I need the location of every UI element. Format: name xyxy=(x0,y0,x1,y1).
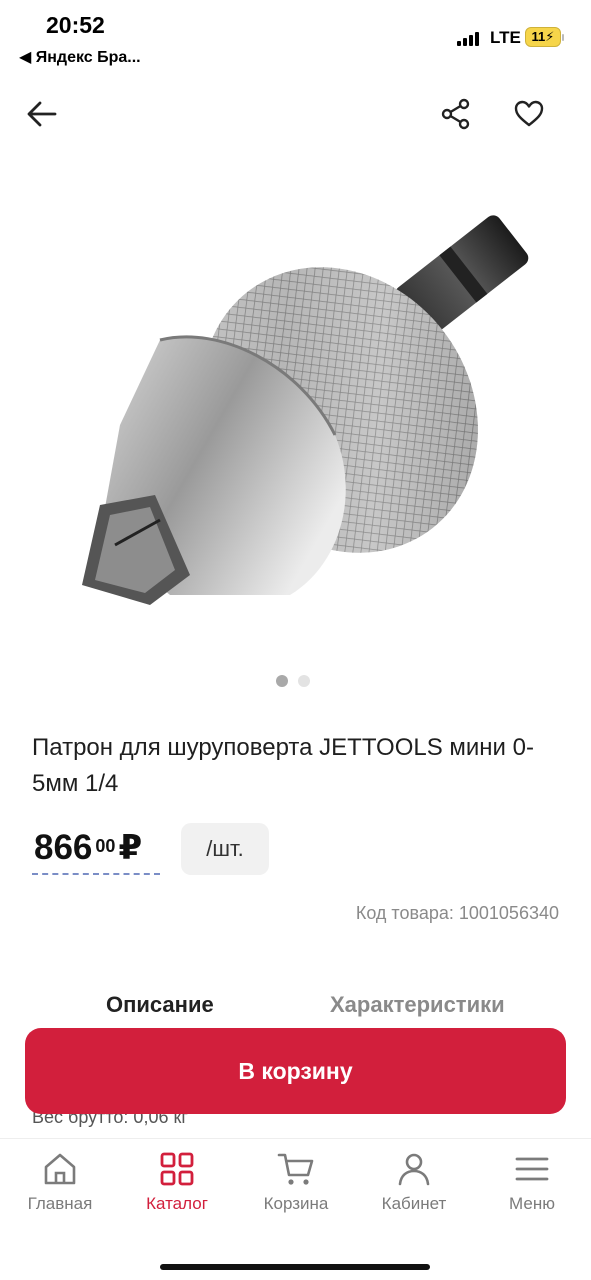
pagination-dot[interactable] xyxy=(298,675,310,687)
nav-cart[interactable]: Корзина xyxy=(241,1151,351,1214)
nav-menu-label: Меню xyxy=(509,1194,555,1213)
price-cents: 00 xyxy=(95,836,116,856)
tab-description[interactable]: Описание xyxy=(106,992,214,1018)
nav-cart-label: Корзина xyxy=(263,1194,329,1213)
gallery-pagination xyxy=(276,675,310,687)
battery-icon: 11⚡ xyxy=(525,27,564,47)
unit-chip[interactable]: /шт. xyxy=(181,823,269,875)
product-tabs: Описание Характеристики xyxy=(0,992,591,1032)
user-icon xyxy=(398,1153,430,1186)
nav-account-label: Кабинет xyxy=(381,1194,447,1213)
home-indicator xyxy=(160,1264,430,1270)
price-underline xyxy=(32,873,160,875)
network-type: LTE xyxy=(490,28,521,47)
nav-home-label: Главная xyxy=(27,1194,93,1213)
nav-catalog-label: Каталог xyxy=(146,1194,208,1213)
currency-symbol: ₽ xyxy=(118,829,143,867)
product-sku: Код товара: 1001056340 xyxy=(355,903,559,923)
back-to-app-link[interactable]: ◀ Яндекс Бра... xyxy=(19,47,141,67)
heart-icon xyxy=(514,100,544,127)
arrow-left-icon xyxy=(27,101,57,127)
share-icon xyxy=(441,98,470,130)
product-price: 866 00 ₽ xyxy=(34,826,142,870)
price-integer: 866 xyxy=(34,828,93,867)
grid-icon xyxy=(160,1152,194,1186)
cart-icon xyxy=(277,1153,314,1185)
favorite-button[interactable] xyxy=(509,94,549,134)
back-button[interactable] xyxy=(22,94,62,134)
tab-characteristics[interactable]: Характеристики xyxy=(330,992,505,1018)
nav-home[interactable]: Главная xyxy=(5,1151,115,1214)
product-image[interactable] xyxy=(40,175,550,635)
product-title: Патрон для шуруповерта JETTOOLS мини 0-5… xyxy=(32,734,534,797)
signal-icon xyxy=(457,31,479,46)
add-to-cart-button[interactable]: В корзину xyxy=(25,1028,566,1114)
drill-chuck-image xyxy=(82,215,529,605)
battery-level: 11 xyxy=(531,29,546,44)
share-button[interactable] xyxy=(436,94,476,134)
pagination-dot[interactable] xyxy=(276,675,288,687)
nav-menu[interactable]: Меню xyxy=(477,1151,587,1214)
menu-icon xyxy=(515,1157,549,1181)
status-bar: 20:52 ◀ Яндекс Бра... LTE 11⚡ xyxy=(0,0,591,70)
status-time: 20:52 xyxy=(46,12,105,38)
bottom-navigation: Главная Каталог Корзина Кабинет Меню xyxy=(0,1138,591,1280)
nav-catalog[interactable]: Каталог xyxy=(122,1151,232,1214)
nav-account[interactable]: Кабинет xyxy=(359,1151,469,1214)
home-icon xyxy=(44,1153,76,1185)
